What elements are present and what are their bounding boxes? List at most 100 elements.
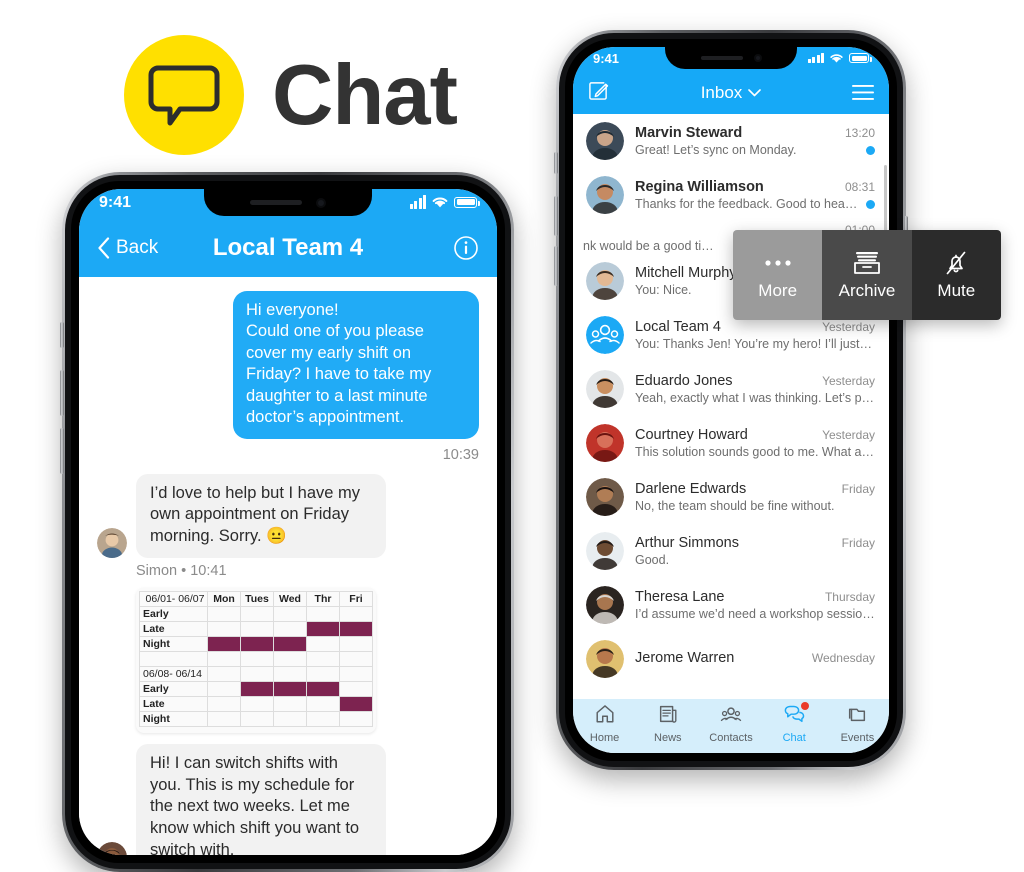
- conversation-row[interactable]: Eduardo Jones Yesterday Yeah, exactly what…: [573, 362, 889, 416]
- conversation-timestamp: Friday: [841, 536, 875, 550]
- group-avatar-icon: [586, 316, 624, 354]
- left-message-list[interactable]: Hi everyone! Could one of you please cov…: [79, 277, 497, 855]
- schedule-cell: [240, 665, 274, 682]
- swipe-action-more[interactable]: More: [733, 230, 823, 320]
- phone-left-volume-up-button[interactable]: [60, 370, 64, 416]
- conversation-row[interactable]: Theresa Lane Thursday I’d assume we’d need…: [573, 578, 889, 632]
- conversation-row-body: Local Team 4 Yesterday You: Thanks Jen! Yo…: [635, 319, 875, 351]
- back-button[interactable]: Back: [97, 237, 207, 259]
- conversation-row-body: Darlene Edwards Friday No, the team should…: [635, 481, 875, 513]
- schedule-day-header: Thr: [306, 590, 340, 607]
- conversation-row[interactable]: Jerome Warren Wednesday: [573, 632, 889, 678]
- tab-events[interactable]: Events: [826, 703, 889, 744]
- tab-home[interactable]: Home: [573, 703, 636, 744]
- schedule-cell-filled: [240, 680, 274, 697]
- schedule-cell-empty: [306, 605, 340, 622]
- phone-left-notch: [204, 189, 372, 216]
- brand-logo-block: Chat: [124, 35, 458, 155]
- schedule-shift-label: Night: [139, 635, 208, 652]
- conversation-row[interactable]: Darlene Edwards Friday No, the team should…: [573, 470, 889, 524]
- info-button[interactable]: [369, 235, 479, 261]
- schedule-spacer-cell: [207, 650, 241, 667]
- schedule-spacer-cell: [273, 650, 307, 667]
- tab-label: News: [654, 731, 682, 744]
- info-circle-icon: [454, 236, 478, 260]
- tab-chat[interactable]: Chat: [763, 701, 826, 744]
- phone-right-volume-down-button[interactable]: [554, 246, 558, 286]
- phone-left-screen: 9:41 Back Local Team 4 Hi everyone! Coul…: [79, 189, 497, 855]
- schedule-cell: [339, 665, 373, 682]
- unread-indicator-dot: [866, 145, 875, 155]
- right-nav-bar: Inbox: [573, 72, 889, 114]
- conversation-preview: This solution sounds good to me. What ar…: [635, 445, 875, 459]
- schedule-cell-filled: [306, 680, 340, 697]
- conversation-preview: You: Nice.: [635, 283, 692, 297]
- conversation-row-body: Marvin Steward 13:20 Great! Let’s sync on …: [635, 125, 875, 157]
- swipe-action-panel[interactable]: More Archive Mute: [733, 230, 1001, 320]
- inbox-title-dropdown[interactable]: Inbox: [628, 83, 834, 103]
- avatar-theresa: [586, 586, 624, 624]
- phone-right-mute-switch[interactable]: [554, 152, 558, 174]
- swipe-action-archive[interactable]: Archive: [822, 230, 912, 320]
- schedule-shift-label: Early: [139, 605, 208, 622]
- conversation-name: Regina Williamson: [635, 179, 764, 195]
- schedule-cell-empty: [207, 620, 241, 637]
- ellipsis-icon: [763, 250, 793, 276]
- schedule-cell-empty: [207, 695, 241, 712]
- chevron-down-icon: [748, 89, 762, 97]
- conversation-timestamp: Yesterday: [822, 320, 875, 334]
- news-icon: [657, 703, 679, 730]
- avatar-arthur: [586, 532, 624, 570]
- schedule-cell: [306, 665, 340, 682]
- battery-full-icon: [849, 53, 872, 63]
- schedule-cell-empty: [240, 695, 274, 712]
- schedule-cell-filled: [273, 635, 307, 652]
- schedule-shift-label: Early: [139, 680, 208, 697]
- schedule-week-range: 06/01- 06/07: [139, 590, 208, 607]
- compose-button[interactable]: [588, 80, 628, 106]
- schedule-spacer-cell: [306, 650, 340, 667]
- message-bubble-outgoing: Hi everyone! Could one of you please cov…: [233, 291, 479, 439]
- compose-icon: [589, 82, 609, 100]
- message-row-incoming: Hi! I can switch shifts with you. This i…: [97, 743, 479, 855]
- avatar-jerome: [586, 640, 624, 678]
- shift-schedule-table[interactable]: 06/01- 06/07 Mon Tues Wed Thr Fri Early Late Nig…: [136, 587, 376, 733]
- conversation-row[interactable]: Arthur Simmons Friday Good.: [573, 524, 889, 578]
- thread-title: Local Team 4: [212, 234, 364, 261]
- tab-contacts[interactable]: Contacts: [699, 703, 762, 744]
- schedule-cell-empty: [339, 635, 373, 652]
- swipe-action-mute[interactable]: Mute: [911, 230, 1001, 320]
- phone-right-volume-up-button[interactable]: [554, 196, 558, 236]
- bottom-tab-bar[interactable]: Home News Contacts Chat Events: [573, 699, 889, 753]
- phone-left-volume-down-button[interactable]: [60, 428, 64, 474]
- schedule-cell-empty: [240, 605, 274, 622]
- swipe-action-label: More: [758, 280, 798, 300]
- schedule-cell-empty: [339, 710, 373, 727]
- schedule-cell-empty: [207, 710, 241, 727]
- tab-label: Contacts: [709, 731, 753, 744]
- conversation-row[interactable]: Regina Williamson 08:31 Thanks for the fee…: [573, 168, 889, 222]
- message-bubble-incoming: Hi! I can switch shifts with you. This i…: [136, 743, 386, 855]
- schedule-cell-empty: [306, 695, 340, 712]
- schedule-day-header: Fri: [339, 590, 373, 607]
- schedule-cell: [207, 665, 241, 682]
- conversation-row-body: Regina Williamson 08:31 Thanks for the fee…: [635, 179, 875, 211]
- conversation-preview: Great! Let’s sync on Monday.: [635, 143, 797, 157]
- schedule-week-range: 06/08- 06/14: [139, 665, 208, 682]
- swipe-action-label: Archive: [838, 280, 896, 300]
- phone-left-mute-switch[interactable]: [60, 322, 64, 348]
- schedule-cell-empty: [207, 680, 241, 697]
- menu-button[interactable]: [834, 85, 874, 101]
- avatar-mitchell: [586, 262, 624, 300]
- inbox-conversation-list[interactable]: Marvin Steward 13:20 Great! Let’s sync on …: [573, 114, 889, 678]
- tab-news[interactable]: News: [636, 703, 699, 744]
- conversation-row[interactable]: Courtney Howard Yesterday This solution so…: [573, 416, 889, 470]
- chevron-left-icon: [98, 237, 110, 259]
- schedule-cell-filled: [240, 635, 274, 652]
- tab-label: Home: [589, 731, 620, 744]
- conversation-name: Eduardo Jones: [635, 373, 733, 389]
- schedule-spacer-cell: [139, 650, 208, 667]
- conversation-row[interactable]: Marvin Steward 13:20 Great! Let’s sync on …: [573, 114, 889, 168]
- message-row-incoming: I’d love to help but I have my own appoi…: [97, 473, 479, 558]
- status-time: 9:41: [99, 194, 132, 211]
